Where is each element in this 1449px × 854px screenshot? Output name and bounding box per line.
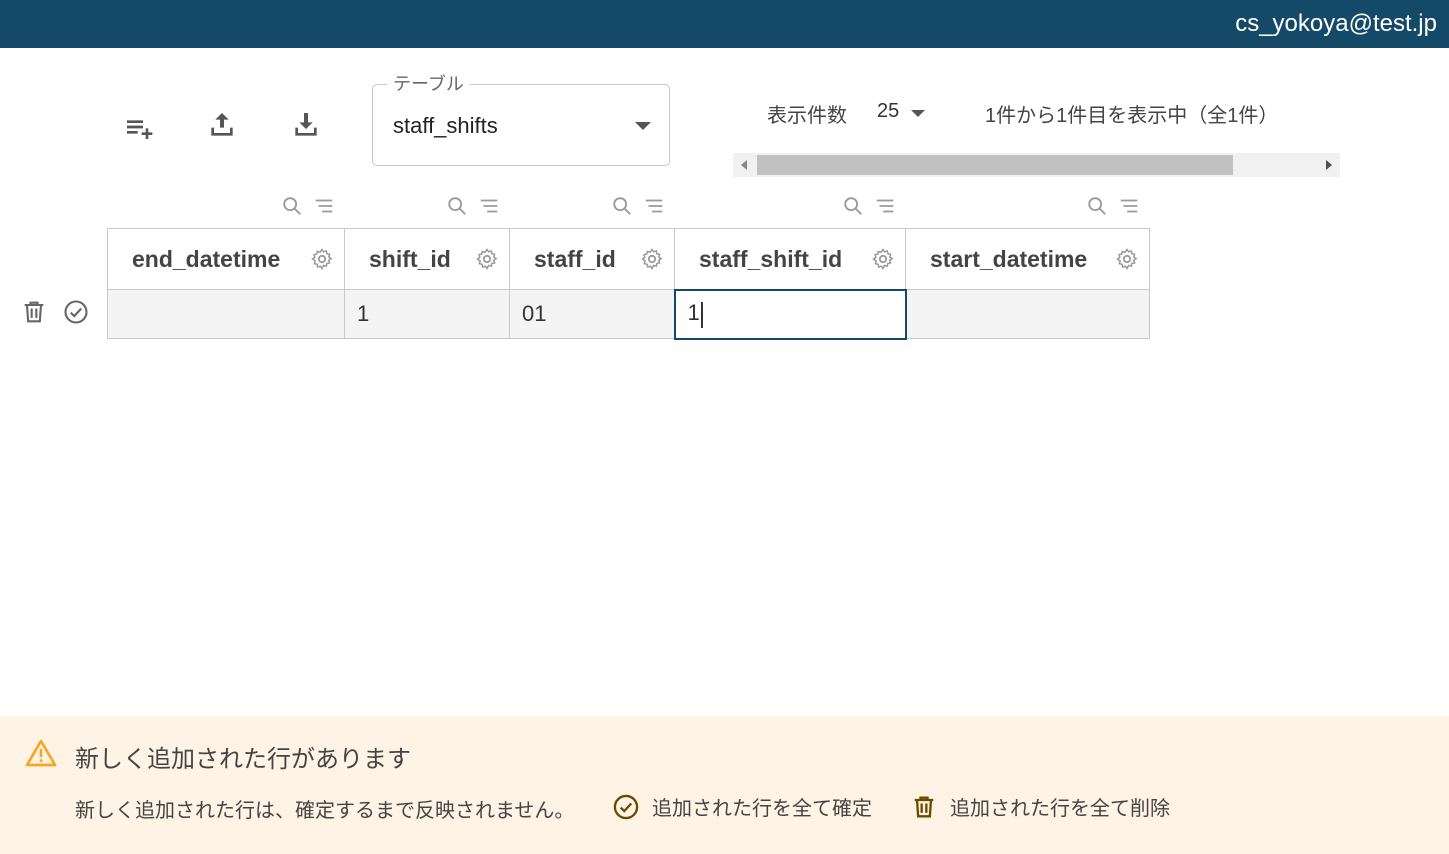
per-page-select[interactable]: 25: [877, 100, 899, 123]
scroll-right-icon[interactable]: [1326, 160, 1332, 170]
top-app-bar: cs_yokoya@test.jp: [0, 0, 1449, 48]
search-icon[interactable]: [1084, 193, 1110, 219]
chevron-down-icon[interactable]: [911, 110, 925, 117]
column-tools-start-datetime: [1084, 193, 1142, 219]
table-select[interactable]: テーブル staff_shifts: [372, 73, 670, 166]
delete-all-rows-button[interactable]: 追加された行を全て削除: [910, 792, 1170, 821]
cell-shift-id[interactable]: 1: [344, 289, 510, 339]
cell-start-datetime[interactable]: [905, 289, 1150, 339]
trash-icon: [914, 796, 934, 817]
cell-end-datetime[interactable]: [107, 289, 345, 339]
column-header-shift-id[interactable]: shift_id: [344, 228, 510, 290]
search-icon[interactable]: [609, 193, 635, 219]
pagination-range: 1件から1件目を表示中（全1件）: [985, 105, 1279, 127]
table-row: 1 01 1: [107, 288, 1150, 340]
per-page-label: 表示件数: [767, 105, 847, 127]
gear-icon[interactable]: [475, 247, 499, 271]
warning-icon: [25, 739, 57, 767]
table-select-value: staff_shifts: [393, 113, 498, 138]
column-tools-staff-shift-id: [840, 193, 898, 219]
scrollbar-thumb[interactable]: [757, 155, 1233, 175]
confirm-all-rows-button[interactable]: 追加された行を全て確定: [612, 792, 872, 821]
chevron-down-icon: [635, 122, 651, 130]
filter-icon[interactable]: [311, 193, 337, 219]
column-tools-shift-id: [444, 193, 502, 219]
cell-edit-value: 1: [687, 300, 700, 326]
trash-icon: [24, 301, 44, 323]
upload-icon: [211, 113, 233, 136]
confirm-row-button[interactable]: [62, 298, 90, 326]
data-grid: end_datetime shift_id staff_id staff_shi…: [107, 228, 1150, 340]
column-header-end-datetime[interactable]: end_datetime: [107, 228, 345, 290]
filter-icon[interactable]: [476, 193, 502, 219]
filter-icon[interactable]: [1116, 193, 1142, 219]
cell-staff-id[interactable]: 01: [509, 289, 675, 339]
download-icon: [295, 113, 317, 136]
horizontal-scrollbar[interactable]: [733, 153, 1340, 177]
playlist-add-icon: [127, 120, 153, 139]
column-header-staff-id[interactable]: staff_id: [509, 228, 675, 290]
check-circle-icon: [64, 300, 88, 324]
search-icon[interactable]: [840, 193, 866, 219]
unsaved-rows-notice: 新しく追加された行があります 新しく追加された行は、確定するまで反映されません。…: [0, 716, 1449, 854]
upload-button[interactable]: [202, 105, 242, 145]
column-header-staff-shift-id[interactable]: staff_shift_id: [674, 228, 906, 290]
column-header-start-datetime[interactable]: start_datetime: [905, 228, 1150, 290]
add-row-button[interactable]: [119, 107, 159, 147]
user-email[interactable]: cs_yokoya@test.jp: [1235, 10, 1437, 38]
column-tools-end-datetime: [279, 193, 337, 219]
notice-text: 新しく追加された行は、確定するまで反映されません。: [75, 800, 575, 822]
gear-icon[interactable]: [1115, 247, 1139, 271]
confirm-all-label: 追加された行を全て確定: [652, 798, 872, 820]
delete-all-label: 追加された行を全て削除: [950, 798, 1170, 820]
text-cursor: [700, 301, 703, 328]
scroll-left-icon[interactable]: [741, 160, 747, 170]
gear-icon[interactable]: [640, 247, 664, 271]
search-icon[interactable]: [279, 193, 305, 219]
check-circle-icon: [613, 794, 639, 819]
filter-icon[interactable]: [872, 193, 898, 219]
notice-title: 新しく追加された行があります: [75, 746, 411, 773]
column-tools-staff-id: [609, 193, 667, 219]
search-icon[interactable]: [444, 193, 470, 219]
table-select-label: テーブル: [387, 73, 470, 95]
cell-staff-shift-id-editing[interactable]: 1: [673, 288, 907, 340]
delete-row-button[interactable]: [20, 298, 48, 326]
gear-icon[interactable]: [310, 247, 334, 271]
download-button[interactable]: [286, 105, 326, 145]
gear-icon[interactable]: [871, 247, 895, 271]
filter-icon[interactable]: [641, 193, 667, 219]
header-row: end_datetime shift_id staff_id staff_shi…: [107, 228, 1150, 290]
